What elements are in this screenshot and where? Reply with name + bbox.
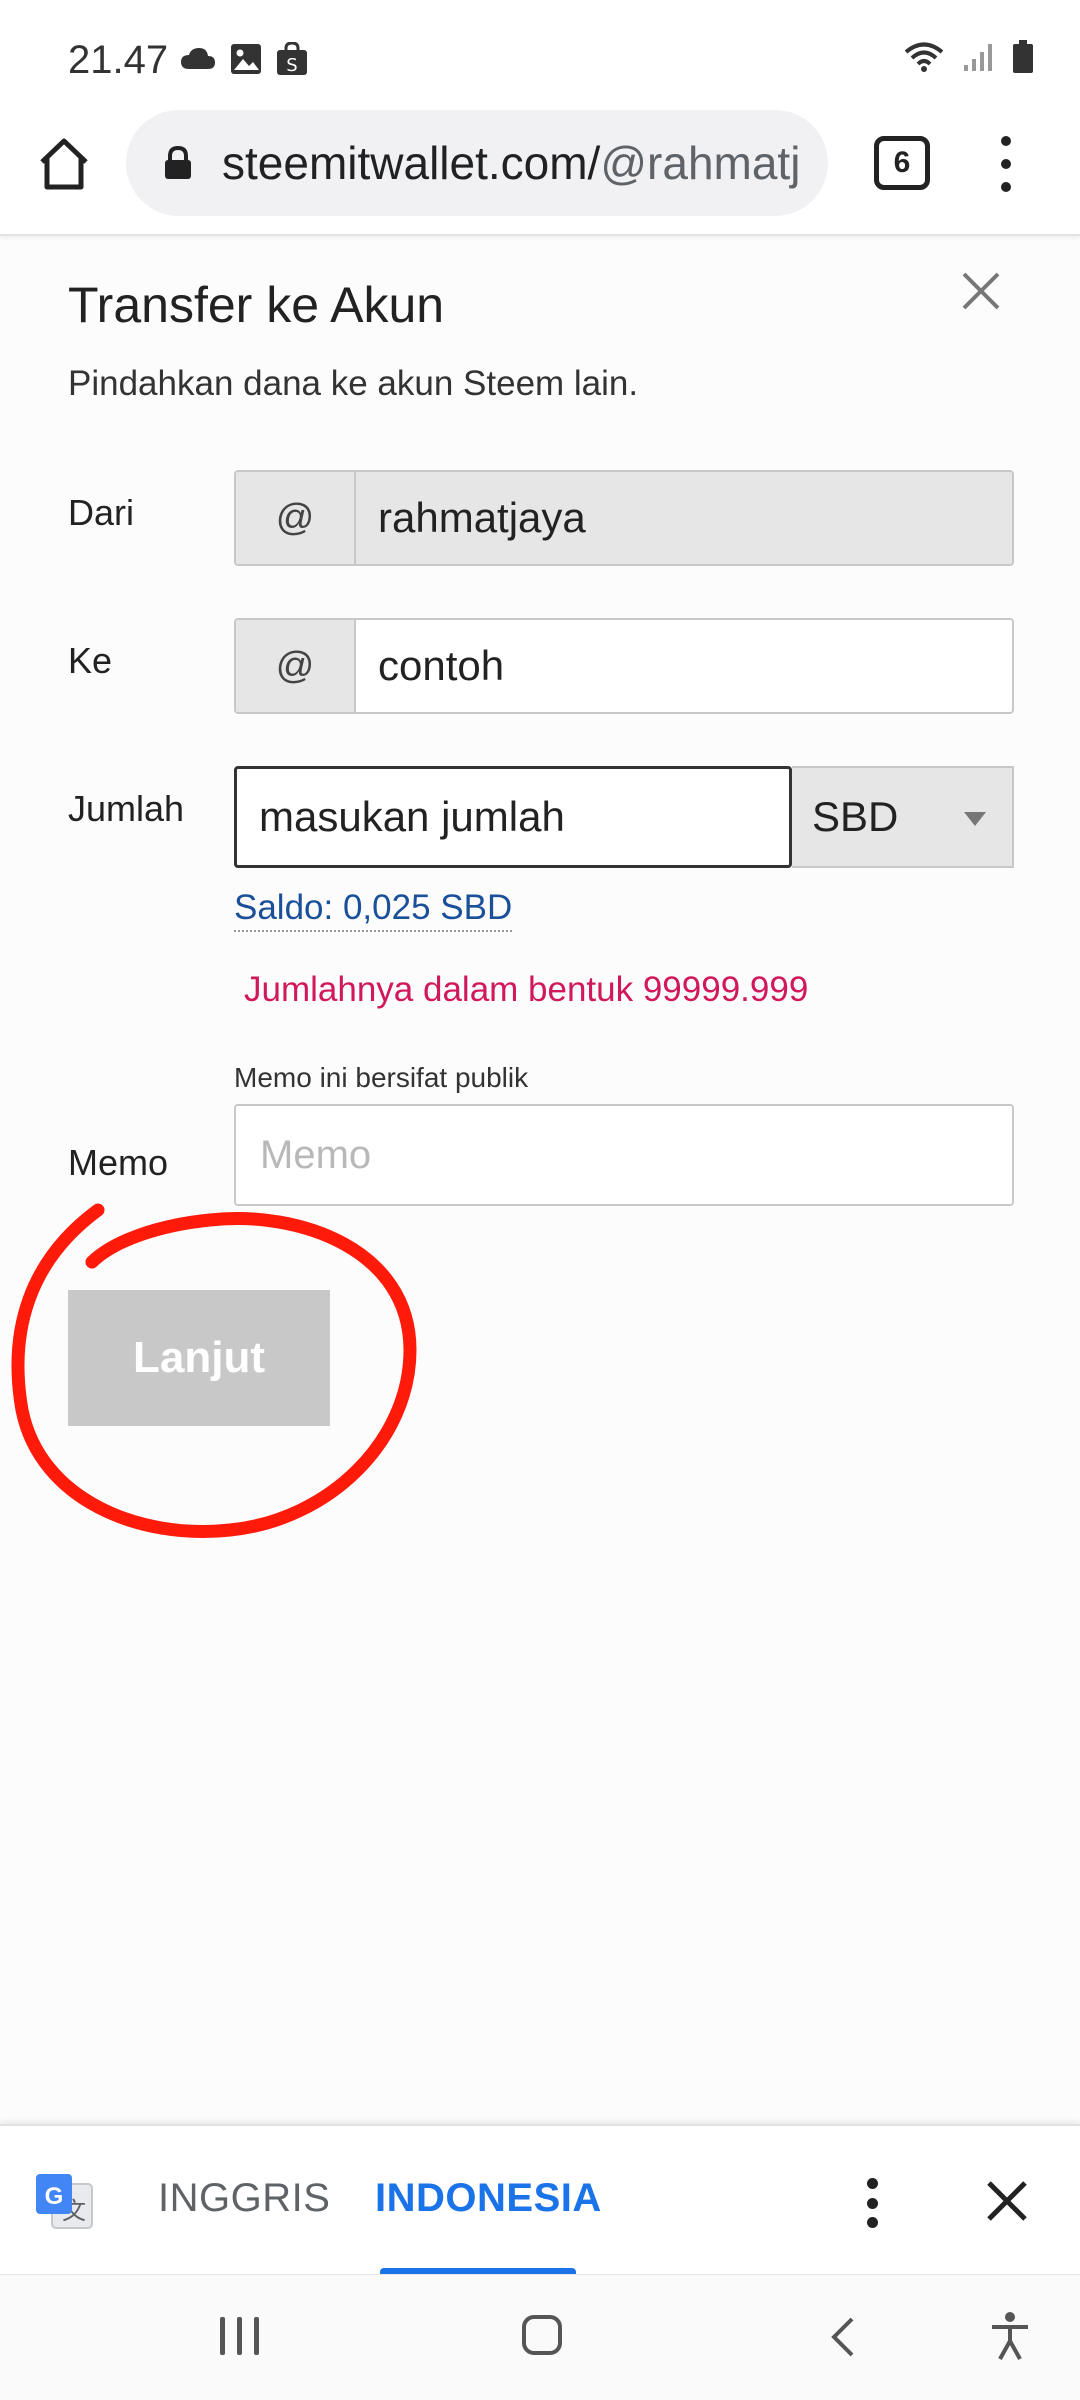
modal-subtitle: Pindahkan dana ke akun Steem lain. — [68, 364, 639, 403]
translate-bar: 文 G INGGRIS INDONESIA — [0, 2124, 1080, 2276]
notification-icons: S — [180, 42, 308, 76]
status-time: 21.47 — [68, 38, 169, 82]
tab-count: 6 — [893, 146, 911, 179]
home-icon[interactable] — [36, 136, 92, 192]
google-translate-icon[interactable]: 文 G — [34, 2172, 94, 2230]
to-label: Ke — [68, 640, 113, 681]
close-icon[interactable] — [958, 268, 1004, 314]
from-label: Dari — [68, 492, 135, 533]
memo-hint: Memo ini bersifat publik — [234, 1062, 529, 1093]
dropdown-arrow-icon — [964, 812, 986, 826]
to-field[interactable]: @ contoh — [234, 618, 1014, 714]
system-nav-bar — [0, 2274, 1080, 2400]
next-button[interactable]: Lanjut — [68, 1290, 330, 1426]
from-field: @ rahmatjaya — [234, 470, 1014, 566]
translate-menu-icon[interactable] — [862, 2178, 882, 2228]
balance-link[interactable]: Saldo: 0,025 SBD — [234, 888, 513, 932]
browser-menu-icon[interactable] — [990, 136, 1022, 192]
nav-home-icon[interactable] — [522, 2315, 562, 2355]
address-bar[interactable]: steemitwallet.com/@rahmatj — [126, 110, 828, 216]
modal-title: Transfer ke Akun — [68, 277, 445, 333]
amount-label: Jumlah — [68, 788, 185, 829]
signal-icon — [964, 44, 992, 71]
image-icon — [231, 44, 261, 74]
amount-input[interactable]: masukan jumlah — [234, 766, 792, 868]
to-at-prefix: @ — [236, 620, 356, 712]
svg-text:G: G — [45, 2183, 64, 2210]
from-value: rahmatjaya — [378, 494, 586, 541]
back-icon[interactable] — [828, 2315, 858, 2359]
svg-text:S: S — [286, 55, 297, 76]
amount-error: Jumlahnya dalam bentuk 99999.999 — [244, 970, 809, 1009]
accessibility-icon[interactable] — [990, 2311, 1030, 2361]
cloud-icon — [181, 48, 215, 69]
recent-apps-icon[interactable] — [220, 2317, 259, 2355]
to-value[interactable]: contoh — [356, 620, 1012, 712]
memo-label: Memo — [68, 1142, 169, 1183]
url-path: @rahmatj — [600, 137, 801, 189]
asset-selected: SBD — [812, 793, 899, 840]
lock-icon — [165, 146, 191, 179]
browser-toolbar: steemitwallet.com/@rahmatj 6 — [0, 100, 1080, 236]
url-domain: steemitwallet.com/ — [222, 137, 601, 189]
shopping-bag-icon: S — [277, 42, 307, 76]
memo-input[interactable]: Memo — [234, 1104, 1014, 1206]
system-icons — [904, 40, 1034, 74]
target-language-tab[interactable]: INDONESIA — [375, 2176, 602, 2221]
status-bar: 21.47 S — [0, 0, 1080, 110]
asset-select[interactable]: SBD — [792, 766, 1014, 868]
from-at-prefix: @ — [236, 472, 356, 564]
translate-close-icon[interactable] — [984, 2178, 1030, 2224]
tab-switcher-button[interactable]: 6 — [874, 136, 930, 190]
battery-icon — [1013, 40, 1033, 73]
wifi-icon — [904, 42, 944, 72]
url-text: steemitwallet.com/@rahmatj — [222, 136, 800, 190]
source-language-tab[interactable]: INGGRIS — [158, 2176, 330, 2221]
